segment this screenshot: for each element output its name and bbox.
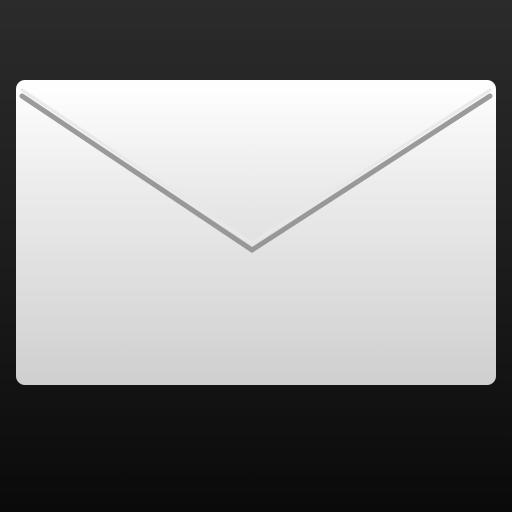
app-icon-background	[0, 0, 512, 512]
mail-envelope-icon[interactable]	[0, 0, 512, 512]
